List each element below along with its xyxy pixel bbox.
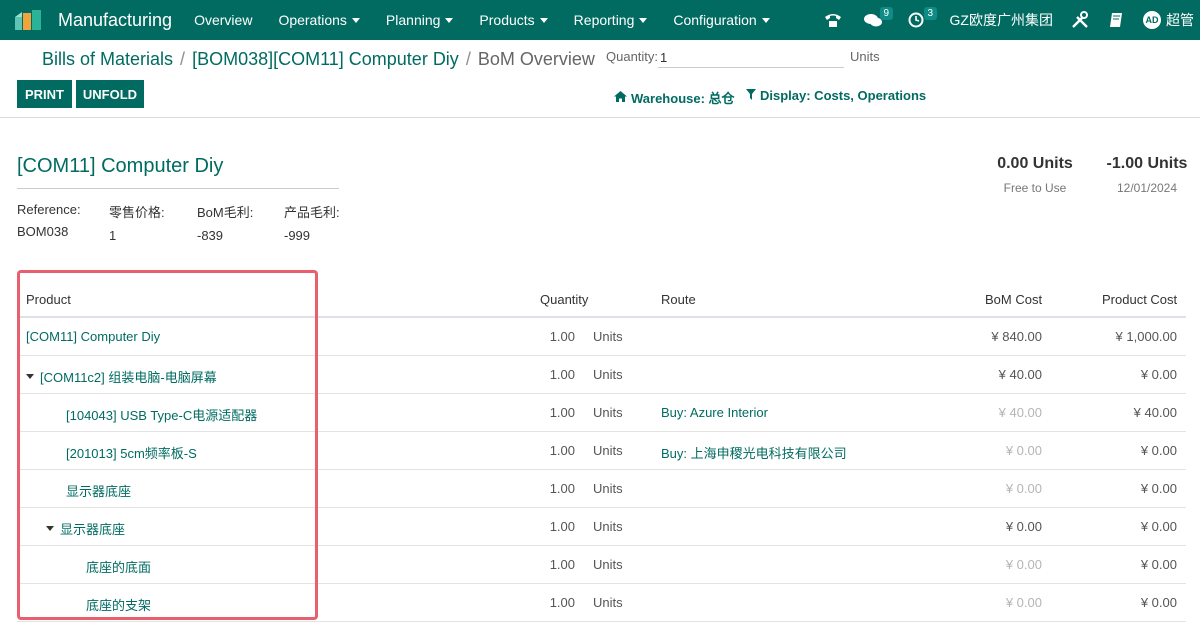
filter-icon [746, 88, 756, 103]
menu-reporting-label: Reporting [573, 12, 635, 28]
header-quantity: Quantity [540, 292, 589, 307]
bom-table: Product Quantity Route BoM Cost Product … [17, 280, 1186, 622]
menu-planning-label: Planning [385, 12, 441, 28]
meta-retail-price: 零售价格: 1 [109, 202, 165, 243]
activities-badge: 3 [923, 7, 938, 20]
menu-reporting[interactable]: Reporting [574, 12, 648, 28]
meta-value: -999 [284, 228, 311, 243]
breadcrumb-bom-record[interactable]: [BOM038][COM11] Computer Diy [192, 49, 459, 70]
quantity-input[interactable] [658, 48, 844, 68]
table-row: [COM11] Computer Diy 1.00 Units ¥ 840.00 ¥ 1… [17, 318, 1186, 356]
clock-icon[interactable]: 3 [908, 0, 938, 40]
title-underline [17, 188, 339, 189]
quantity-unit: Units [850, 49, 880, 64]
app-title[interactable]: Manufacturing [58, 10, 172, 31]
warehouse-filter[interactable]: Warehouse: 总仓 [614, 88, 735, 107]
company-switcher[interactable]: GZ欧度广州集团 [950, 10, 1053, 30]
row-product-cost: ¥ 40.00 [1133, 405, 1177, 420]
display-filter-label: Display: Costs, Operations [760, 88, 927, 103]
header-route: Route [661, 292, 696, 307]
meta-value: 1 [109, 228, 117, 243]
table-row: 底座的底面 1.00 Units ¥ 0.00 ¥ 0.00 [17, 546, 1186, 584]
forecast-stat[interactable]: -1.00 Units 12/01/2024 [1102, 155, 1192, 195]
breadcrumb-current: BoM Overview [477, 49, 595, 69]
menu-operations[interactable]: Operations [278, 12, 360, 28]
forecast-value: -1.00 Units [1106, 155, 1188, 172]
row-product-cost: ¥ 0.00 [1140, 481, 1177, 496]
table-row: 显示器底座 1.00 Units ¥ 0.00 ¥ 0.00 [17, 508, 1186, 546]
row-product-cost: ¥ 0.00 [1140, 557, 1177, 572]
user-name[interactable]: 超管 [1166, 10, 1194, 30]
forecast-date: 12/01/2024 [1116, 181, 1178, 195]
messages-badge: 9 [879, 7, 894, 20]
user-avatar[interactable]: AD [1143, 11, 1161, 29]
free-to-use-value: 0.00 Units [997, 155, 1073, 172]
display-filter[interactable]: Display: Costs, Operations [746, 88, 926, 103]
menu-operations-label: Operations [278, 12, 347, 28]
meta-key: Reference: [17, 202, 81, 217]
menu-configuration[interactable]: Configuration [673, 12, 770, 28]
control-panel-divider [0, 117, 1200, 118]
meta-value: BOM038 [17, 224, 69, 239]
caret-down-icon [761, 17, 770, 23]
meta-reference: Reference: BOM038 [17, 202, 81, 239]
menu-planning[interactable]: Planning [386, 12, 454, 28]
manufacturing-app-icon[interactable] [14, 9, 42, 31]
meta-bom-margin: BoM毛利: -839 [197, 202, 253, 243]
print-button[interactable]: PRINT [17, 80, 72, 108]
row-product-cost: ¥ 0.00 [1140, 595, 1177, 610]
menu-overview[interactable]: Overview [194, 12, 252, 28]
table-row: [104043] USB Type-C电源适配器 1.00 Units Buy: Az… [17, 394, 1186, 432]
phone-icon[interactable] [824, 0, 842, 40]
table-row: 显示器底座 1.00 Units ¥ 0.00 ¥ 0.00 [17, 470, 1186, 508]
caret-down-icon [539, 17, 548, 23]
table-row: [201013] 5cm频率板-S 1.00 Units Buy: 上海申稷光电科技有… [17, 432, 1186, 470]
free-to-use-label: Free to Use [1003, 181, 1067, 195]
warehouse-filter-label: Warehouse: 总仓 [631, 91, 735, 106]
breadcrumb-separator: / [465, 49, 471, 69]
header-bom-cost: BoM Cost [985, 292, 1043, 307]
table-row: [COM11c2] 组装电脑-电脑屏幕 1.00 Units ¥ 40.00 ¥ 0.0… [17, 356, 1186, 394]
book-icon[interactable] [1109, 0, 1123, 40]
row-product-cost: ¥ 1,000.00 [1115, 329, 1177, 344]
breadcrumb-separator: / [180, 49, 186, 69]
row-product-cost: ¥ 0.00 [1140, 519, 1177, 534]
menu-products-label: Products [479, 12, 535, 28]
quantity-label: Quantity: [606, 49, 659, 64]
top-navbar: Manufacturing Overview Operations Planni… [0, 0, 1200, 40]
free-to-use-stat[interactable]: 0.00 Units Free to Use [990, 155, 1080, 195]
menu-products[interactable]: Products [479, 12, 548, 28]
report-product-title[interactable]: [COM11] Computer Diy [17, 155, 223, 178]
home-icon [614, 90, 627, 105]
meta-key: BoM毛利: [197, 205, 254, 220]
table-row: 底座的支架 1.00 Units ¥ 0.00 ¥ 0.00 [17, 584, 1186, 622]
caret-down-icon [351, 17, 360, 23]
header-product-cost: Product Cost [1102, 292, 1178, 307]
meta-key: 零售价格: [109, 205, 165, 220]
row-product-cost: ¥ 0.00 [1140, 443, 1177, 458]
menu-overview-label: Overview [194, 12, 253, 28]
unfold-button[interactable]: UNFOLD [76, 80, 144, 108]
caret-down-icon [639, 17, 648, 23]
breadcrumb: Bills of Materials / [BOM038][COM11] Com… [42, 49, 595, 70]
meta-value: -839 [197, 228, 224, 243]
table-header: Product Quantity Route BoM Cost Product … [17, 280, 1186, 318]
menu-configuration-label: Configuration [673, 12, 757, 28]
row-product-cost: ¥ 0.00 [1140, 367, 1177, 382]
header-product: Product [26, 292, 71, 307]
tools-icon[interactable] [1071, 0, 1089, 40]
meta-key: 产品毛利: [284, 205, 340, 220]
meta-product-margin: 产品毛利: -999 [284, 202, 340, 243]
chat-icon[interactable]: 9 [863, 0, 894, 40]
caret-down-icon [445, 17, 454, 23]
breadcrumb-bom-list[interactable]: Bills of Materials [42, 49, 173, 70]
